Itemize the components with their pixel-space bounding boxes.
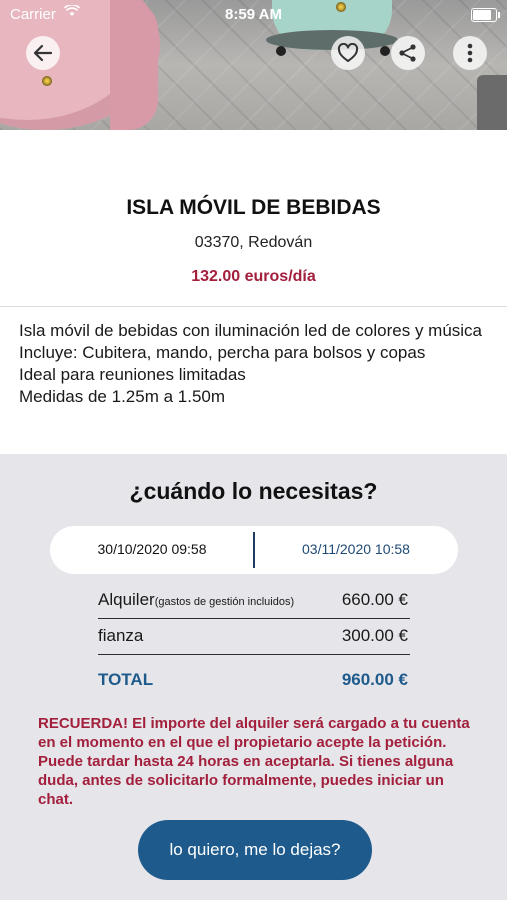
arrow-left-icon (33, 44, 53, 62)
description-line: Incluye: Cubitera, mando, percha para bo… (19, 343, 426, 362)
end-date[interactable]: 03/11/2020 10:58 (254, 541, 458, 557)
date-range-picker[interactable]: 30/10/2020 09:58 03/11/2020 10:58 (50, 526, 458, 574)
listing-description: Isla móvil de bebidas con iluminación le… (19, 320, 489, 408)
bond-row: fianza 300.00 € (98, 620, 410, 655)
listing-header: ISLA MÓVIL DE BEBIDAS 03370, Redován 132… (0, 130, 507, 306)
payment-notice: RECUERDA! El importe del alquiler será c… (38, 715, 470, 808)
description-line: Ideal para reuniones limitadas (19, 365, 246, 384)
total-label: TOTAL (98, 670, 154, 689)
led-bulb (42, 76, 52, 86)
booking-question: ¿cuándo lo necesitas? (129, 478, 378, 504)
more-vertical-icon (467, 43, 473, 63)
favorite-button[interactable] (331, 36, 365, 70)
heart-icon (337, 43, 359, 62)
listing-title: ISLA MÓVIL DE BEBIDAS (126, 196, 381, 219)
start-date[interactable]: 30/10/2020 09:58 (50, 541, 254, 557)
clock: 8:59 AM (225, 6, 282, 23)
battery-icon (471, 8, 500, 22)
wheel (380, 46, 390, 56)
status-bar: Carrier 8:59 AM (0, 0, 507, 28)
rent-note: (gastos de gestión incluidos) (154, 596, 295, 608)
description-line: Isla móvil de bebidas con iluminación le… (19, 321, 483, 340)
share-icon (399, 44, 416, 62)
more-options-button[interactable] (453, 36, 487, 70)
rent-label: Alquiler(gastos de gestión incluidos) (98, 590, 294, 610)
booking-panel: ¿cuándo lo necesitas? 30/10/2020 09:58 0… (0, 454, 507, 900)
bond-label: fianza (98, 626, 144, 645)
total-amount: 960.00 € (341, 670, 408, 689)
rent-label-text: Alquiler (98, 590, 155, 609)
back-button[interactable] (26, 36, 60, 70)
rent-row: Alquiler(gastos de gestión incluidos) 66… (98, 584, 410, 619)
listing-price: 132.00 euros/día (191, 268, 316, 285)
total-row: TOTAL 960.00 € (98, 664, 410, 698)
divider (0, 306, 507, 307)
crate (477, 75, 507, 130)
listing-location: 03370, Redován (194, 234, 313, 251)
bond-amount: 300.00 € (341, 626, 408, 645)
description-line: Medidas de 1.25m a 1.50m (19, 387, 226, 406)
share-button[interactable] (391, 36, 425, 70)
rent-amount: 660.00 € (341, 590, 408, 609)
request-button[interactable]: lo quiero, me lo dejas? (138, 820, 372, 880)
wheel (276, 46, 286, 56)
